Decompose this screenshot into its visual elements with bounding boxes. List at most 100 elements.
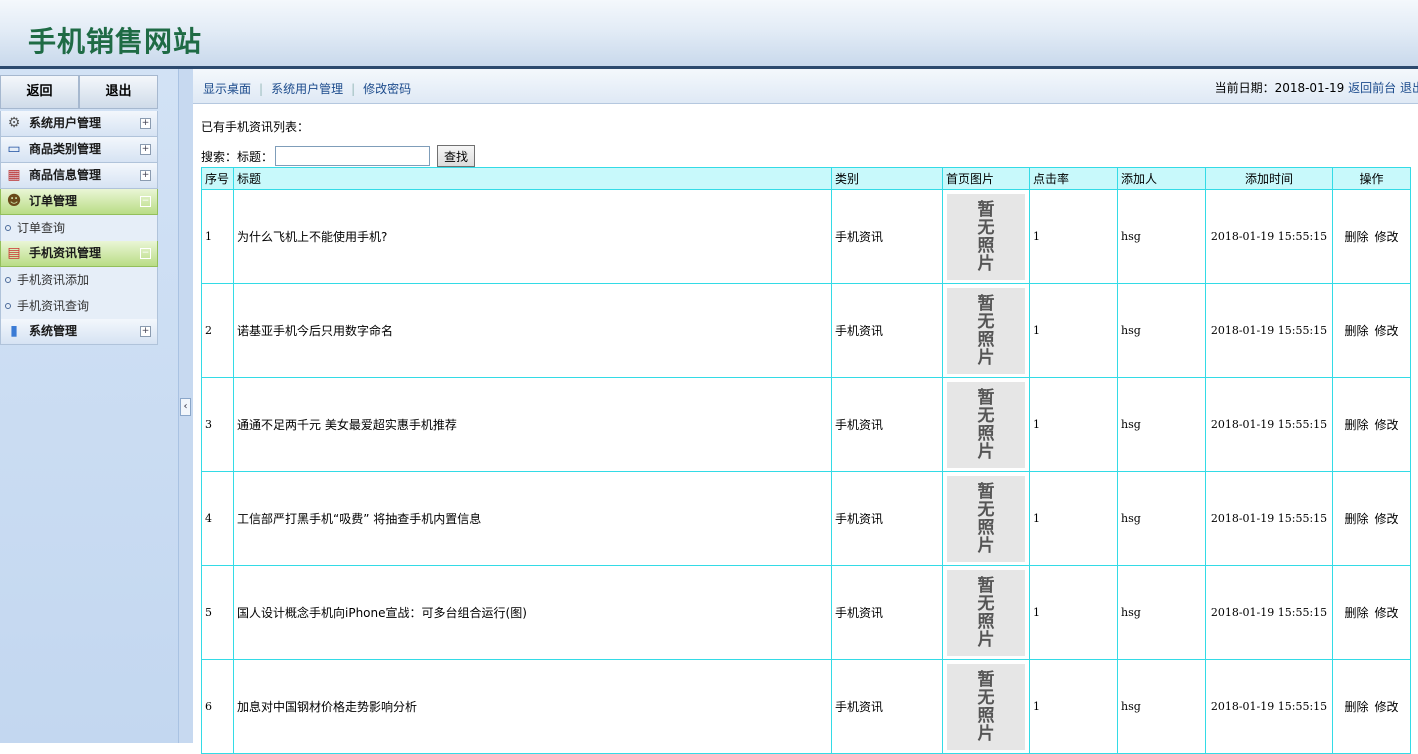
menu-submenu: 订单查询 [0, 215, 158, 241]
search-label: 搜索： [201, 149, 238, 164]
chart-icon: ▮ [10, 323, 18, 339]
photo-placeholder-char: 无 [977, 311, 995, 332]
cell-category: 手机资讯 [831, 565, 943, 660]
edit-link[interactable]: 修改 [1375, 230, 1399, 244]
cell-clicks: 1 [1029, 189, 1118, 284]
cell-actions: 删除 修改 [1332, 189, 1411, 284]
menu-header[interactable]: ▤ 手机资讯管理 − [0, 241, 158, 267]
edit-link[interactable]: 修改 [1375, 700, 1399, 714]
cell-title: 通通不足两千元 美女最爱超实惠手机推荐 [233, 377, 832, 472]
cell-actions: 删除 修改 [1332, 283, 1411, 378]
photo-placeholder-char: 片 [977, 347, 995, 368]
logout-button[interactable]: 退出 [79, 75, 158, 109]
col-header-time: 添加时间 [1205, 167, 1333, 190]
collapse-sidebar-button[interactable]: ‹ [180, 398, 191, 416]
cell-category: 手机资讯 [831, 189, 943, 284]
gear-icon: ⚙ [7, 115, 21, 131]
list-title: 已有手机资讯列表： [201, 120, 310, 134]
cell-time: 2018-01-19 15:55:15 [1205, 565, 1333, 660]
cell-photo: 暂无照片 [942, 189, 1030, 284]
cell-author: hsg [1117, 659, 1206, 754]
search-button[interactable]: 查找 [437, 145, 476, 167]
monitor-icon: ▭ [7, 141, 21, 157]
menu-header[interactable]: ▦ 商品信息管理 + [0, 163, 158, 189]
delete-link[interactable]: 删除 [1344, 512, 1368, 526]
cell-category: 手机资讯 [831, 377, 943, 472]
submenu-item[interactable]: 手机资讯查询 [1, 293, 157, 319]
menu-header-label: 商品类别管理 [29, 142, 102, 156]
menu-header[interactable]: ☻ 订单管理 − [0, 189, 158, 215]
cell-actions: 删除 修改 [1332, 565, 1411, 660]
photo-placeholder-char: 暂 [977, 199, 995, 220]
cell-category: 手机资讯 [831, 471, 943, 566]
delete-link[interactable]: 删除 [1344, 700, 1368, 714]
cell-author: hsg [1117, 189, 1206, 284]
return-front-link[interactable]: 返回前台 [1348, 81, 1396, 95]
no-photo-placeholder: 暂无照片 [947, 569, 1025, 656]
cell-time: 2018-01-19 15:55:15 [1205, 283, 1333, 378]
sidebar: 返回 退出 ⚙ 系统用户管理 + ▭ 商品类别管理 + ▦ 商品信息管理 + ☻ 订单管理 − 订单查询… [0, 69, 178, 743]
menu-header[interactable]: ▭ 商品类别管理 + [0, 137, 158, 163]
cell-actions: 删除 修改 [1332, 377, 1411, 472]
search-row: 搜索： 标题： 查找 [201, 145, 476, 167]
table-row: 4 工信部严打黑手机“吸费” 将抽查手机内置信息 手机资讯暂无照片 1 hsg 2018-… [201, 471, 1411, 566]
col-header-photo: 首页图片 [942, 167, 1030, 190]
menu-header-label: 订单管理 [29, 194, 78, 208]
expand-icon[interactable]: + [140, 118, 151, 129]
show-desktop-link[interactable]: 显示桌面 [203, 82, 251, 96]
expand-icon[interactable]: + [140, 170, 151, 181]
cell-clicks: 1 [1029, 565, 1118, 660]
menu-header[interactable]: ⚙ 系统用户管理 + [0, 111, 158, 137]
edit-link[interactable]: 修改 [1375, 324, 1399, 338]
col-header-author: 添加人 [1117, 167, 1206, 190]
photo-placeholder-char: 暂 [977, 669, 995, 690]
table-row: 2 诺基亚手机今后只用数字命名 手机资讯暂无照片 1 hsg 2018-01-19 15:… [201, 283, 1411, 378]
delete-link[interactable]: 删除 [1344, 606, 1368, 620]
exit-link[interactable]: 退出 [1400, 81, 1418, 95]
photo-placeholder-char: 片 [977, 535, 995, 556]
cell-photo: 暂无照片 [942, 377, 1030, 472]
menu-header[interactable]: ▮ 系统管理 + [0, 319, 158, 345]
menu-submenu: 手机资讯添加 手机资讯查询 [0, 267, 158, 319]
calendar-icon: ▤ [7, 245, 21, 261]
photo-placeholder-char: 无 [977, 593, 995, 614]
cell-time: 2018-01-19 15:55:15 [1205, 659, 1333, 754]
cell-author: hsg [1117, 377, 1206, 472]
delete-link[interactable]: 删除 [1344, 324, 1368, 338]
user-management-link[interactable]: 系统用户管理 [271, 82, 343, 96]
expand-icon[interactable]: + [140, 144, 151, 155]
table-row: 1 为什么飞机上不能使用手机? 手机资讯暂无照片 1 hsg 2018-01-19 15:… [201, 189, 1411, 284]
photo-placeholder-char: 照 [977, 517, 995, 538]
back-button[interactable]: 返回 [0, 75, 79, 109]
menu-header-label: 系统用户管理 [29, 116, 102, 130]
edit-link[interactable]: 修改 [1375, 512, 1399, 526]
table-row: 3 通通不足两千元 美女最爱超实惠手机推荐 手机资讯暂无照片 1 hsg 2018-01-… [201, 377, 1411, 472]
cell-author: hsg [1117, 471, 1206, 566]
photo-placeholder-char: 照 [977, 423, 995, 444]
submenu-item[interactable]: 手机资讯添加 [1, 267, 157, 293]
no-photo-placeholder: 暂无照片 [947, 287, 1025, 374]
cell-no: 2 [201, 283, 234, 378]
cell-time: 2018-01-19 15:55:15 [1205, 471, 1333, 566]
change-password-link[interactable]: 修改密码 [363, 82, 411, 96]
delete-link[interactable]: 删除 [1344, 230, 1368, 244]
edit-link[interactable]: 修改 [1375, 606, 1399, 620]
collapse-icon[interactable]: − [140, 248, 151, 259]
cell-no: 3 [201, 377, 234, 472]
cell-photo: 暂无照片 [942, 283, 1030, 378]
title-search-input[interactable] [275, 146, 431, 166]
cell-photo: 暂无照片 [942, 565, 1030, 660]
cell-no: 6 [201, 659, 234, 754]
photo-placeholder-char: 无 [977, 499, 995, 520]
photo-placeholder-char: 无 [977, 217, 995, 238]
cell-clicks: 1 [1029, 471, 1118, 566]
no-photo-placeholder: 暂无照片 [947, 475, 1025, 562]
news-table: 序号 标题 类别 首页图片 点击率 添加人 添加时间 操作 1 为什么飞机上不能使… [201, 167, 1411, 754]
expand-icon[interactable]: + [140, 326, 151, 337]
cell-clicks: 1 [1029, 377, 1118, 472]
collapse-icon[interactable]: − [140, 196, 151, 207]
submenu-item[interactable]: 订单查询 [1, 215, 157, 241]
no-photo-placeholder: 暂无照片 [947, 193, 1025, 280]
edit-link[interactable]: 修改 [1375, 418, 1399, 432]
delete-link[interactable]: 删除 [1344, 418, 1368, 432]
